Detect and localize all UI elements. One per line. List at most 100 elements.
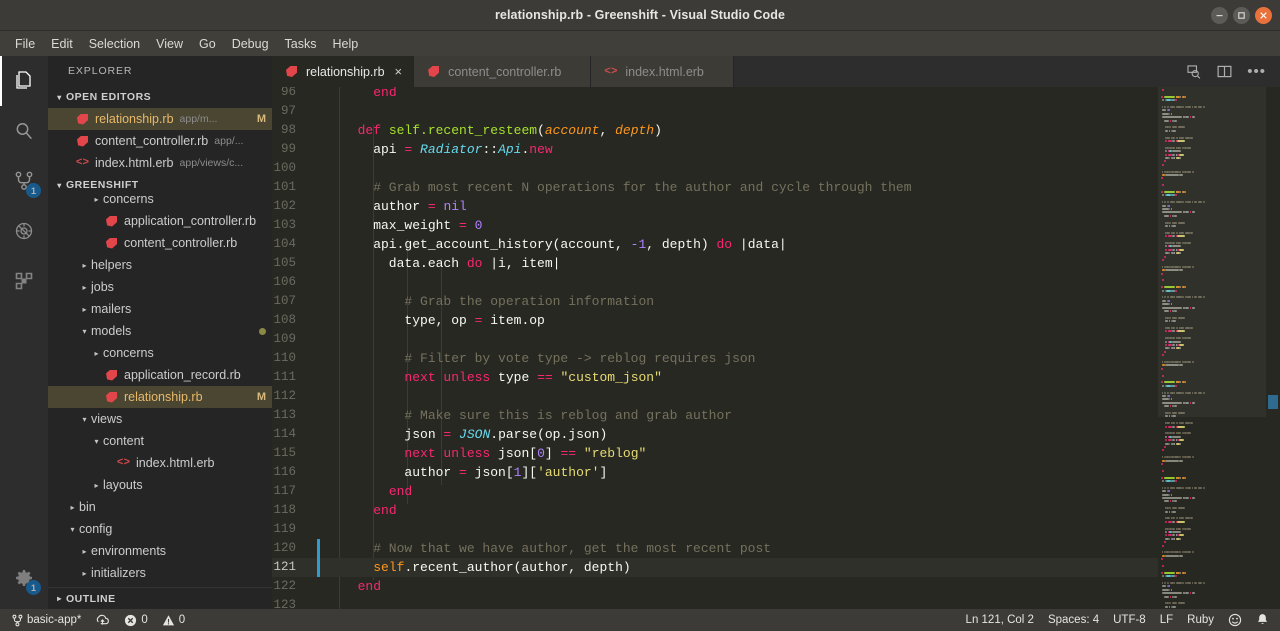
file-tree-item[interactable]: ▸locales [48,584,272,587]
menu-tasks[interactable]: Tasks [277,34,325,54]
status-sync[interactable] [88,609,117,631]
ruby-file-icon [103,369,120,381]
line-number: 114 [273,427,296,441]
file-tree-item[interactable]: ▸ layouts [48,474,272,496]
status-language-mode[interactable]: Ruby [1180,609,1221,631]
split-editor-icon[interactable] [1216,63,1233,80]
minimap-token [1164,459,1179,462]
file-tree-item[interactable]: relationship.rb M [48,386,272,408]
editor-tab[interactable]: content_controller.rb [414,56,592,87]
open-editors-header[interactable]: ▾ OPEN EDITORS [48,86,272,108]
minimap-token [1174,480,1177,482]
menu-file[interactable]: File [7,34,43,54]
editor-tab-label: relationship.rb [306,64,385,79]
file-tree-item[interactable]: ▾ content [48,430,272,452]
file-tree-item[interactable]: ▾ config [48,518,272,540]
minimize-button[interactable] [1211,7,1228,24]
minimap-token [1166,551,1169,554]
minimap-token [1164,425,1168,428]
more-actions-icon[interactable]: ••• [1247,64,1266,79]
code-scroll-area[interactable]: 96 end 97 98 def self.recent_resteem(accou… [272,87,1158,609]
minimap-token [1171,456,1174,459]
code-line: 123 [272,596,1158,609]
activity-source-control[interactable]: 1 [0,156,48,206]
activity-search[interactable] [0,106,48,156]
chevron-right-icon: ▸ [57,594,62,603]
minimap-token [1190,422,1193,425]
activity-debug[interactable] [0,206,48,256]
menu-help[interactable]: Help [325,34,367,54]
editor-scrollbar[interactable] [1266,87,1280,609]
minimap-token [1168,510,1170,513]
minimap-token [1164,442,1169,445]
minimap[interactable] [1158,87,1266,609]
code-line-text: api = Radiator::Api.new [342,142,553,157]
close-icon[interactable]: × [395,65,403,78]
maximize-button[interactable] [1233,7,1250,24]
file-tree-item[interactable]: ▸ helpers [48,254,272,276]
line-number: 106 [273,275,296,289]
file-tree-item[interactable]: ▾ models [48,320,272,342]
outline-section-header[interactable]: ▸ OUTLINE [48,587,272,609]
file-tree-item[interactable]: ▸ concerns [48,196,272,210]
open-editor-item[interactable]: relationship.rb app/m... M [48,108,272,130]
file-tree-item[interactable]: ▸ mailers [48,298,272,320]
activity-bar: 1 1 [0,56,48,609]
status-eol[interactable]: LF [1153,609,1180,631]
status-notifications[interactable] [1249,609,1276,631]
file-tree-label: views [91,412,123,426]
minimap-token [1202,582,1206,584]
file-tree-item[interactable]: ▸ environments [48,540,272,562]
activity-extensions[interactable] [0,256,48,306]
status-indentation[interactable]: Spaces: 4 [1041,609,1106,631]
file-tree-item[interactable]: application_controller.rb [48,210,272,232]
file-tree-item[interactable]: ▾ views [48,408,272,430]
line-number: 103 [273,218,296,232]
menu-go[interactable]: Go [191,34,224,54]
status-encoding[interactable]: UTF-8 [1106,609,1153,631]
file-tree[interactable]: ▸ concerns application_controller.rb conten… [48,196,272,587]
status-warnings[interactable]: 0 [155,609,192,631]
project-header[interactable]: ▾ GREENSHIFT [48,174,272,196]
editor-tab[interactable]: <> index.html.erb [591,56,734,87]
minimap-token [1174,551,1179,554]
menu-view[interactable]: View [148,34,191,54]
minimap-token [1170,588,1172,591]
activity-manage[interactable]: 1 [0,553,48,603]
open-editor-path: app/views/c... [179,157,244,169]
editor-tab[interactable]: relationship.rb × [272,56,415,87]
minimap-slider[interactable] [1158,87,1266,417]
file-tree-item[interactable]: ▸ jobs [48,276,272,298]
gutter-spacer [317,273,320,292]
open-editor-item[interactable]: <> index.html.erb app/views/c... [48,152,272,174]
minimap-token [1166,527,1169,530]
close-button[interactable] [1255,7,1272,24]
status-cursor-position[interactable]: Ln 121, Col 2 [959,609,1041,631]
file-tree-item[interactable]: application_record.rb [48,364,272,386]
open-preview-icon[interactable] [1185,63,1202,80]
menu-edit[interactable]: Edit [43,34,81,54]
file-tree-item[interactable]: ▸ initializers [48,562,272,584]
status-bar-right: Ln 121, Col 2 Spaces: 4 UTF-8 LF Ruby [959,609,1276,631]
file-tree-item[interactable]: content_controller.rb [48,232,272,254]
status-errors[interactable]: 0 [117,609,154,631]
status-branch-label: basic-app* [27,614,82,626]
minimap-token [1172,425,1175,428]
file-tree-item[interactable]: <> index.html.erb [48,452,272,474]
menu-debug[interactable]: Debug [224,34,277,54]
file-tree-item[interactable]: ▸ bin [48,496,272,518]
minimap-token [1161,463,1164,465]
activity-explorer[interactable] [0,56,48,106]
status-branch[interactable]: basic-app* [4,609,88,631]
status-feedback-smiley[interactable] [1221,609,1249,631]
file-tree-item[interactable]: ▸ concerns [48,342,272,364]
scrollbar-thumb[interactable] [1268,395,1278,409]
file-tree-label: concerns [103,346,154,360]
minimap-token [1175,422,1178,425]
minimap-token [1164,520,1168,523]
chevron-right-icon: ▸ [94,480,99,490]
menu-selection[interactable]: Selection [81,34,148,54]
open-editor-item[interactable]: content_controller.rb app/... [48,130,272,152]
ruby-file-icon [425,66,442,77]
code-editor[interactable]: 96 end 97 98 def self.recent_resteem(accou… [272,87,1280,609]
